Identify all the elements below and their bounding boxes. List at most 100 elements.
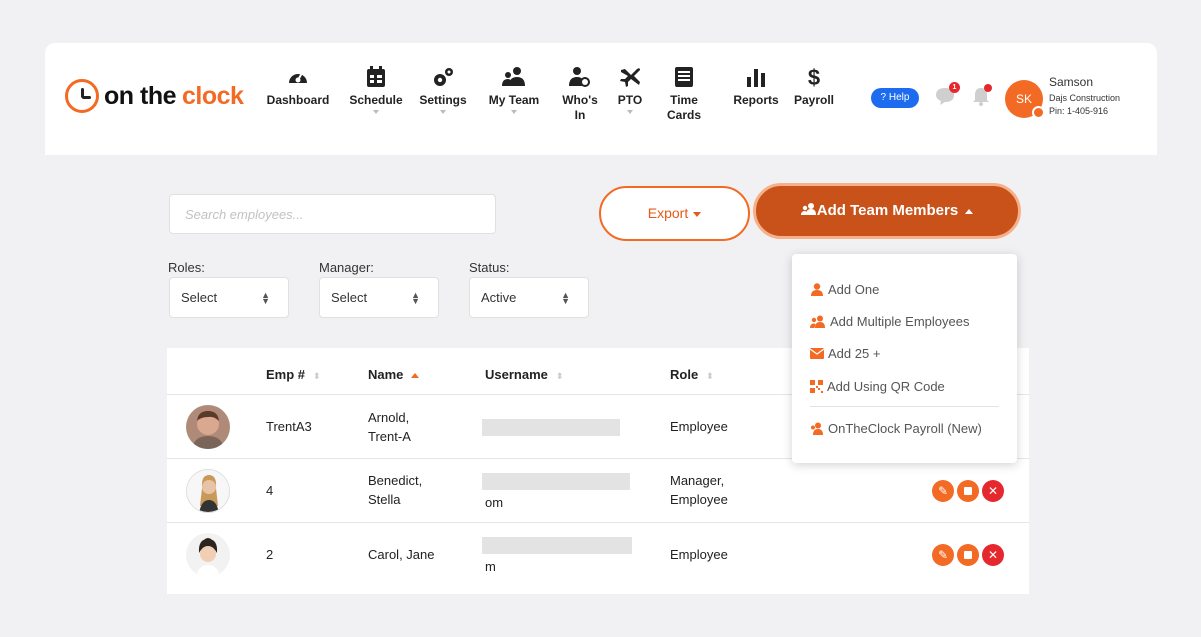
timecard-employee-button[interactable] (957, 544, 979, 566)
col-role-header[interactable]: Role ⬍ (670, 367, 714, 382)
nav-whos-in[interactable]: Who's In (555, 65, 605, 123)
employee-name[interactable]: Arnold, Trent-A (368, 408, 411, 446)
add-team-members-label: Add Team Members (816, 202, 959, 219)
employee-role: Employee (670, 419, 728, 434)
manager-select[interactable]: Select ▲ ▼ (319, 277, 439, 318)
nav-time-cards[interactable]: Time Cards (663, 65, 705, 123)
user-clock-icon (555, 65, 605, 89)
menu-item-add-one[interactable]: Add One (810, 282, 879, 297)
calendar-small-icon (964, 551, 972, 559)
col-username-header[interactable]: Username ⬍ (485, 367, 563, 382)
nav-pto-label: PTO (617, 93, 643, 107)
redacted-username (482, 473, 630, 490)
sort-icon: ⬍ (313, 371, 321, 381)
plane-icon (610, 65, 650, 89)
edit-employee-button[interactable]: ✎ (932, 544, 954, 566)
add-team-icon (800, 203, 816, 215)
user-status-icon (1032, 106, 1045, 119)
role-line-1: Manager, (670, 473, 725, 488)
nav-schedule-label: Schedule (349, 93, 403, 107)
employee-name[interactable]: Benedict, Stella (368, 471, 422, 509)
pencil-icon: ✎ (937, 484, 949, 498)
nav-my-team[interactable]: My Team (485, 65, 543, 114)
caret-down-icon (693, 211, 702, 217)
menu-item-add-multiple[interactable]: Add Multiple Employees (810, 314, 969, 329)
sort-icon: ⬍ (706, 371, 714, 381)
alerts-button[interactable] (971, 84, 992, 111)
nav-dashboard-label: Dashboard (266, 93, 330, 107)
chat-notifications-button[interactable]: 1 (935, 82, 960, 111)
sort-arrows-icon: ▲ ▼ (561, 290, 570, 306)
nav-my-team-label: My Team (488, 93, 540, 107)
users-icon (810, 315, 825, 328)
nav-reports[interactable]: Reports (731, 65, 781, 108)
calendar-icon (345, 65, 407, 89)
manager-filter-label: Manager: (319, 260, 374, 275)
dashboard-gauge-icon (265, 65, 331, 89)
menu-item-payroll[interactable]: OnTheClock Payroll (New) (810, 421, 982, 436)
onthedclock-logo[interactable]: on the clock (65, 78, 244, 114)
last-name: Benedict, (368, 473, 423, 488)
menu-divider (810, 406, 999, 407)
help-button[interactable]: ? Help (871, 88, 919, 108)
col-emp-label: Emp # (266, 367, 306, 382)
employee-photo (186, 405, 230, 449)
nav-settings[interactable]: Settings (415, 65, 471, 114)
nav-reports-label: Reports (733, 93, 779, 107)
clock-logo-icon (65, 79, 99, 113)
sort-icon: ⬍ (555, 371, 564, 381)
add-team-members-menu: Add One Add Multiple Employees Add 25 + … (792, 254, 1017, 463)
sort-arrows-icon: ▲ ▼ (261, 290, 270, 306)
col-emp-header[interactable]: Emp # ⬍ (266, 367, 321, 382)
status-select[interactable]: Active ▲ ▼ (469, 277, 589, 318)
employee-photo (186, 533, 230, 577)
nav-schedule[interactable]: Schedule (345, 65, 407, 114)
emp-number: 2 (266, 547, 274, 562)
bar-chart-icon (731, 65, 781, 89)
nav-dashboard[interactable]: Dashboard (265, 65, 331, 108)
delete-employee-button[interactable]: ✕ (982, 544, 1004, 566)
nav-settings-label: Settings (419, 93, 467, 107)
export-button[interactable]: Export (599, 186, 750, 241)
sort-asc-icon (411, 373, 420, 379)
caret-up-icon (965, 208, 974, 214)
last-name: Arnold, (368, 410, 410, 425)
add-team-members-button[interactable]: Add Team Members (753, 183, 1021, 239)
timecard-employee-button[interactable] (957, 480, 979, 502)
emp-number: TrentA3 (266, 419, 312, 434)
menu-item-label: Add Multiple Employees (830, 314, 970, 329)
col-name-header[interactable]: Name (368, 367, 420, 382)
col-username-label: Username (485, 367, 548, 382)
edit-employee-button[interactable]: ✎ (932, 480, 954, 502)
menu-item-add-25[interactable]: Add 25 + (810, 346, 880, 361)
menu-item-label: Add 25 + (828, 346, 881, 361)
menu-item-label: Add One (828, 282, 880, 297)
search-employees-input[interactable] (169, 194, 496, 234)
user-initials: SK (1015, 92, 1032, 106)
employee-role: Employee (670, 547, 728, 562)
nav-payroll[interactable]: $ Payroll (790, 65, 838, 108)
table-row[interactable]: 2 Carol, Jane m Employee ✎ ✕ (167, 522, 1029, 586)
nav-pto[interactable]: PTO (610, 65, 650, 114)
first-name: Trent-A (368, 429, 411, 444)
manager-select-value: Select (331, 290, 368, 305)
redacted-username (482, 537, 632, 554)
table-row[interactable]: 4 Benedict, Stella om Manager, Employee ✎ … (167, 458, 1029, 522)
chevron-down-icon (440, 110, 446, 114)
employee-name[interactable]: Carol, Jane (368, 545, 434, 564)
pencil-icon: ✎ (937, 548, 949, 562)
nav-payroll-label: Payroll (793, 93, 835, 107)
roles-filter-label: Roles: (168, 260, 205, 275)
menu-item-add-qr[interactable]: Add Using QR Code (810, 379, 945, 394)
delete-employee-button[interactable]: ✕ (982, 480, 1004, 502)
roles-select[interactable]: Select ▲ ▼ (169, 277, 289, 318)
qr-code-icon (810, 380, 823, 393)
user-avatar[interactable]: SK (1005, 80, 1045, 119)
role-line-2: Employee (670, 492, 728, 507)
calendar-small-icon (964, 487, 972, 495)
status-filter-label: Status: (469, 260, 510, 275)
gears-icon (415, 65, 471, 89)
close-icon: ✕ (987, 548, 999, 562)
first-name: Stella (368, 492, 401, 507)
close-icon: ✕ (987, 484, 999, 498)
